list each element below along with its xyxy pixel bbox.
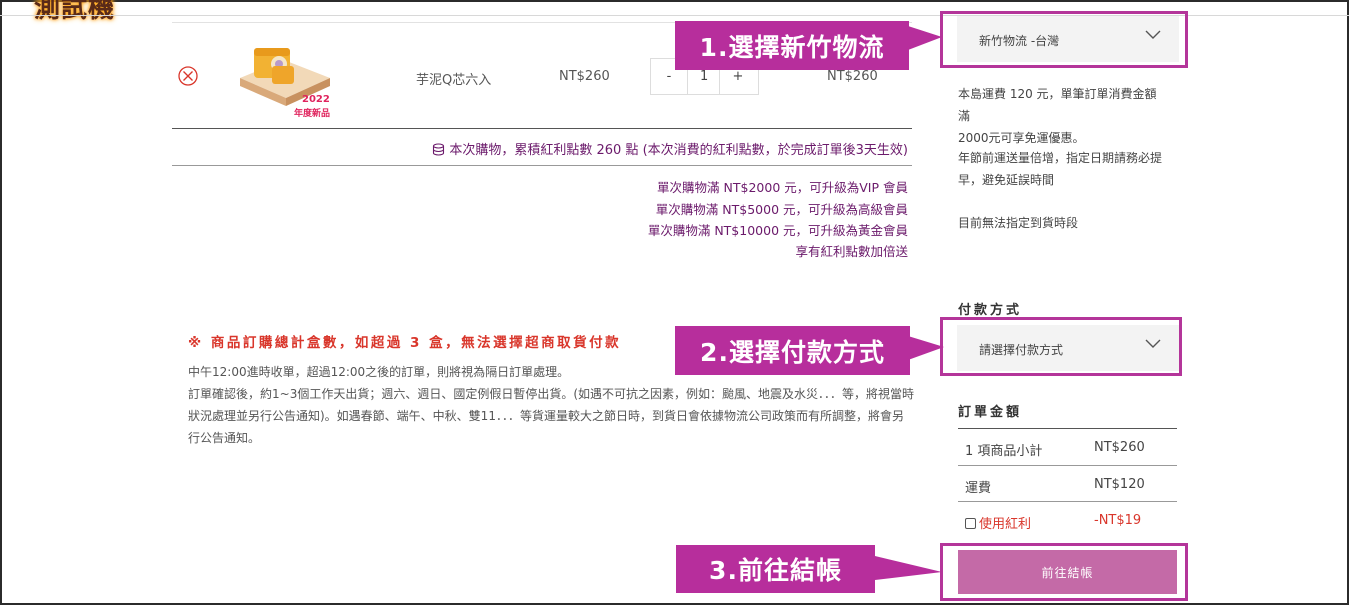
callout-pointer-2 bbox=[908, 336, 944, 360]
callout-pointer-3 bbox=[875, 556, 942, 580]
callout-step-1: 1.選擇新竹物流 bbox=[675, 21, 909, 70]
callout-step-2: 2.選擇付款方式 bbox=[675, 326, 910, 375]
callout-pointer-1 bbox=[908, 26, 942, 50]
callout-step-3: 3.前往結帳 bbox=[676, 545, 875, 593]
callout-arrows bbox=[875, 26, 944, 580]
